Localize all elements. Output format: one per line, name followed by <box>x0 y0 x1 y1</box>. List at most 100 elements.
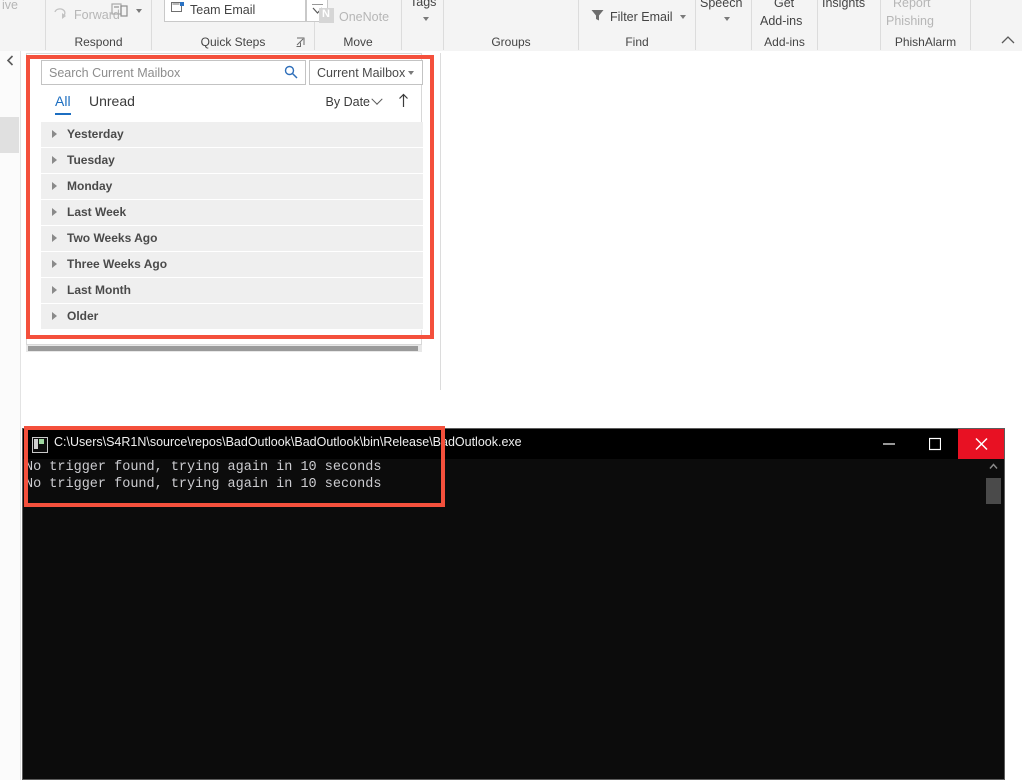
ribbon-group-find: Filter Email Find <box>579 0 696 50</box>
arrow-up-icon <box>398 93 409 108</box>
speech-chevron-down-icon[interactable] <box>724 17 730 21</box>
minimize-icon <box>883 429 895 459</box>
mail-group-row[interactable]: Tuesday <box>41 148 423 174</box>
ribbon-group-title-addins: Add-ins <box>752 35 817 49</box>
chevron-left-icon <box>6 55 15 66</box>
filter-tab-unread[interactable]: Unread <box>89 93 135 113</box>
mail-group-label: Yesterday <box>67 127 124 141</box>
mail-group-row[interactable]: Monday <box>41 174 423 200</box>
close-button[interactable] <box>958 429 1004 459</box>
mail-list-horizontal-scrollbar[interactable] <box>26 345 422 352</box>
ribbon-group-archive: ive <box>0 0 46 50</box>
expand-triangle-icon[interactable] <box>52 260 57 268</box>
report-phishing-line1[interactable]: Report <box>893 0 931 10</box>
search-row: Search Current Mailbox Current Mailbox <box>41 60 423 86</box>
collapse-folder-pane-button[interactable] <box>2 53 18 71</box>
mail-group-label: Older <box>67 309 98 323</box>
search-placeholder: Search Current Mailbox <box>49 66 180 80</box>
ribbon-group-title-find: Find <box>579 35 695 49</box>
expand-triangle-icon[interactable] <box>52 234 57 242</box>
console-output-text: No trigger found, trying again in 10 sec… <box>25 460 985 493</box>
move-icon <box>317 0 333 5</box>
expand-triangle-icon[interactable] <box>52 156 57 164</box>
move-to-folder-icon <box>111 2 129 20</box>
maximize-button[interactable] <box>912 429 958 459</box>
mail-group-row[interactable]: Last Month <box>41 278 423 304</box>
console-app-icon <box>32 437 48 453</box>
quicksteps-dialog-launcher-icon[interactable] <box>296 37 306 47</box>
expand-triangle-icon[interactable] <box>52 130 57 138</box>
chevron-up-icon <box>1000 34 1016 46</box>
email-icon <box>171 2 185 14</box>
sort-by-label: By Date <box>326 95 370 109</box>
mail-group-label: Two Weeks Ago <box>67 231 157 245</box>
ribbon-group-title-move: Move <box>315 35 401 49</box>
expand-triangle-icon[interactable] <box>52 286 57 294</box>
console-vertical-scrollbar[interactable] <box>985 460 1002 779</box>
tags-chevron-down-icon[interactable] <box>423 17 429 21</box>
team-email-quickstep[interactable]: Team Email <box>164 0 306 22</box>
ribbon-group-title-groups: Groups <box>444 35 578 49</box>
collapse-ribbon-button[interactable] <box>1000 34 1016 49</box>
tags-label[interactable]: Tags <box>410 0 436 9</box>
scrollbar-thumb[interactable] <box>28 346 418 351</box>
sort-by-dropdown[interactable]: By Date <box>326 95 381 109</box>
archive-command[interactable]: ive <box>2 0 18 12</box>
mail-group-row[interactable]: Three Weeks Ago <box>41 252 423 278</box>
ribbon-group-phishalarm: Report Phishing PhishAlarm <box>881 0 971 50</box>
filter-sort-row: All Unread By Date <box>41 90 423 118</box>
speech-command[interactable]: Speech <box>700 0 742 10</box>
get-addins-line2[interactable]: Add-ins <box>760 14 802 28</box>
ribbon-group-quicksteps: Team Email Quick Steps <box>152 0 315 50</box>
filter-email-chevron-down-icon[interactable] <box>680 15 686 19</box>
scrollbar-thumb[interactable] <box>986 478 1001 504</box>
report-phishing-line2[interactable]: Phishing <box>886 14 934 28</box>
mail-group-label: Tuesday <box>67 153 115 167</box>
get-addins-line1[interactable]: Get <box>774 0 794 10</box>
ribbon-group-speech: Speech <box>696 0 752 50</box>
ribbon-group-addins: Get Add-ins Add-ins <box>752 0 818 50</box>
mail-group-row[interactable]: Last Week <box>41 200 423 226</box>
expand-triangle-icon[interactable] <box>52 208 57 216</box>
mail-group-row[interactable]: Two Weeks Ago <box>41 226 423 252</box>
ribbon-group-title-phishalarm: PhishAlarm <box>881 35 970 49</box>
folder-pane-placeholder <box>0 117 19 153</box>
expand-triangle-icon[interactable] <box>52 182 57 190</box>
ribbon-bar: ive Forward Respond Team Email <box>0 0 1022 52</box>
chevron-down-icon <box>371 94 382 105</box>
ribbon-group-tags: Tags <box>402 0 444 50</box>
chevron-up-icon <box>989 463 998 470</box>
chevron-down-icon[interactable] <box>408 71 414 75</box>
onenote-command[interactable]: OneNote <box>339 10 389 24</box>
scroll-up-button[interactable] <box>985 460 1002 477</box>
filter-tab-all[interactable]: All <box>55 93 71 115</box>
ribbon-group-title-quicksteps: Quick Steps <box>152 35 314 49</box>
mail-group-row[interactable]: Older <box>41 304 423 330</box>
expand-triangle-icon[interactable] <box>52 312 57 320</box>
search-scope-dropdown[interactable]: Current Mailbox <box>309 60 423 85</box>
forward-icon <box>54 6 70 22</box>
console-title-bar[interactable]: C:\Users\S4R1N\source\repos\BadOutlook\B… <box>23 429 1004 459</box>
console-title-text: C:\Users\S4R1N\source\repos\BadOutlook\B… <box>54 435 522 449</box>
insights-command[interactable]: Insights <box>822 0 865 10</box>
mail-group-label: Monday <box>67 179 112 193</box>
chevron-down-icon[interactable] <box>136 9 142 13</box>
search-scope-label: Current Mailbox <box>317 66 405 80</box>
close-icon <box>975 429 988 459</box>
mail-group-label: Three Weeks Ago <box>67 257 167 271</box>
ribbon-group-title-respond: Respond <box>46 35 151 49</box>
sort-direction-toggle[interactable] <box>398 93 409 111</box>
mail-group-row[interactable]: Yesterday <box>41 122 423 148</box>
search-icon[interactable] <box>284 65 298 79</box>
mail-group-label: Last Week <box>67 205 126 219</box>
pane-divider[interactable] <box>440 53 441 390</box>
mail-list-pane: Search Current Mailbox Current Mailbox A… <box>26 53 422 345</box>
minimize-button[interactable] <box>866 429 912 459</box>
search-input[interactable]: Search Current Mailbox <box>41 60 306 85</box>
console-window[interactable]: C:\Users\S4R1N\source\repos\BadOutlook\B… <box>22 428 1005 780</box>
onenote-icon: N <box>319 8 334 23</box>
filter-funnel-icon <box>591 9 604 22</box>
filter-email-command[interactable]: Filter Email <box>610 10 673 24</box>
mail-list-container: Search Current Mailbox Current Mailbox A… <box>26 53 440 390</box>
team-email-label: Team Email <box>190 3 255 17</box>
